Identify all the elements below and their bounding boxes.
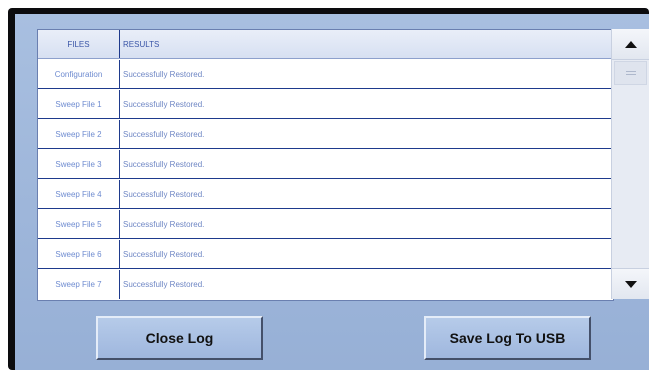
- results-column-header: RESULTS: [123, 39, 160, 49]
- result-cell: Successfully Restored.: [123, 219, 205, 229]
- file-cell: Sweep File 4: [38, 180, 120, 208]
- table-row[interactable]: Sweep File 3 Successfully Restored.: [38, 150, 613, 179]
- save-log-to-usb-button[interactable]: Save Log To USB: [424, 316, 591, 360]
- result-cell: Successfully Restored.: [123, 69, 205, 79]
- scroll-up-button[interactable]: [612, 29, 649, 60]
- table-row[interactable]: Configuration Successfully Restored.: [38, 60, 613, 89]
- file-cell: Sweep File 2: [38, 120, 120, 148]
- table-row[interactable]: Sweep File 4 Successfully Restored.: [38, 180, 613, 209]
- table-row[interactable]: Sweep File 5 Successfully Restored.: [38, 210, 613, 239]
- file-cell: Sweep File 5: [38, 210, 120, 238]
- result-cell: Successfully Restored.: [123, 189, 205, 199]
- files-column-header: FILES: [38, 30, 120, 58]
- result-cell: Successfully Restored.: [123, 99, 205, 109]
- scrollbar-thumb[interactable]: [614, 61, 647, 85]
- triangle-down-icon: [624, 280, 637, 288]
- grip-line: [625, 74, 636, 75]
- close-log-button[interactable]: Close Log: [96, 316, 263, 360]
- scroll-down-button[interactable]: [612, 268, 649, 299]
- table-row[interactable]: Sweep File 6 Successfully Restored.: [38, 240, 613, 269]
- table-row[interactable]: Sweep File 7 Successfully Restored.: [38, 270, 613, 299]
- table-row[interactable]: Sweep File 2 Successfully Restored.: [38, 120, 613, 149]
- triangle-up-icon: [624, 40, 637, 48]
- result-cell: Successfully Restored.: [123, 249, 205, 259]
- file-cell: Sweep File 6: [38, 240, 120, 268]
- result-cell: Successfully Restored.: [123, 159, 205, 169]
- file-cell: Sweep File 7: [38, 270, 120, 299]
- result-cell: Successfully Restored.: [123, 280, 205, 289]
- grip-line: [625, 71, 636, 72]
- file-cell: Configuration: [38, 60, 120, 88]
- screen: FILES RESULTS Configuration Successfully…: [15, 14, 649, 370]
- table-header-row: FILES RESULTS: [38, 30, 613, 59]
- result-cell: Successfully Restored.: [123, 129, 205, 139]
- file-cell: Sweep File 3: [38, 150, 120, 178]
- vertical-scrollbar[interactable]: [611, 29, 649, 299]
- log-table: FILES RESULTS Configuration Successfully…: [37, 29, 614, 301]
- table-row[interactable]: Sweep File 1 Successfully Restored.: [38, 90, 613, 119]
- file-cell: Sweep File 1: [38, 90, 120, 118]
